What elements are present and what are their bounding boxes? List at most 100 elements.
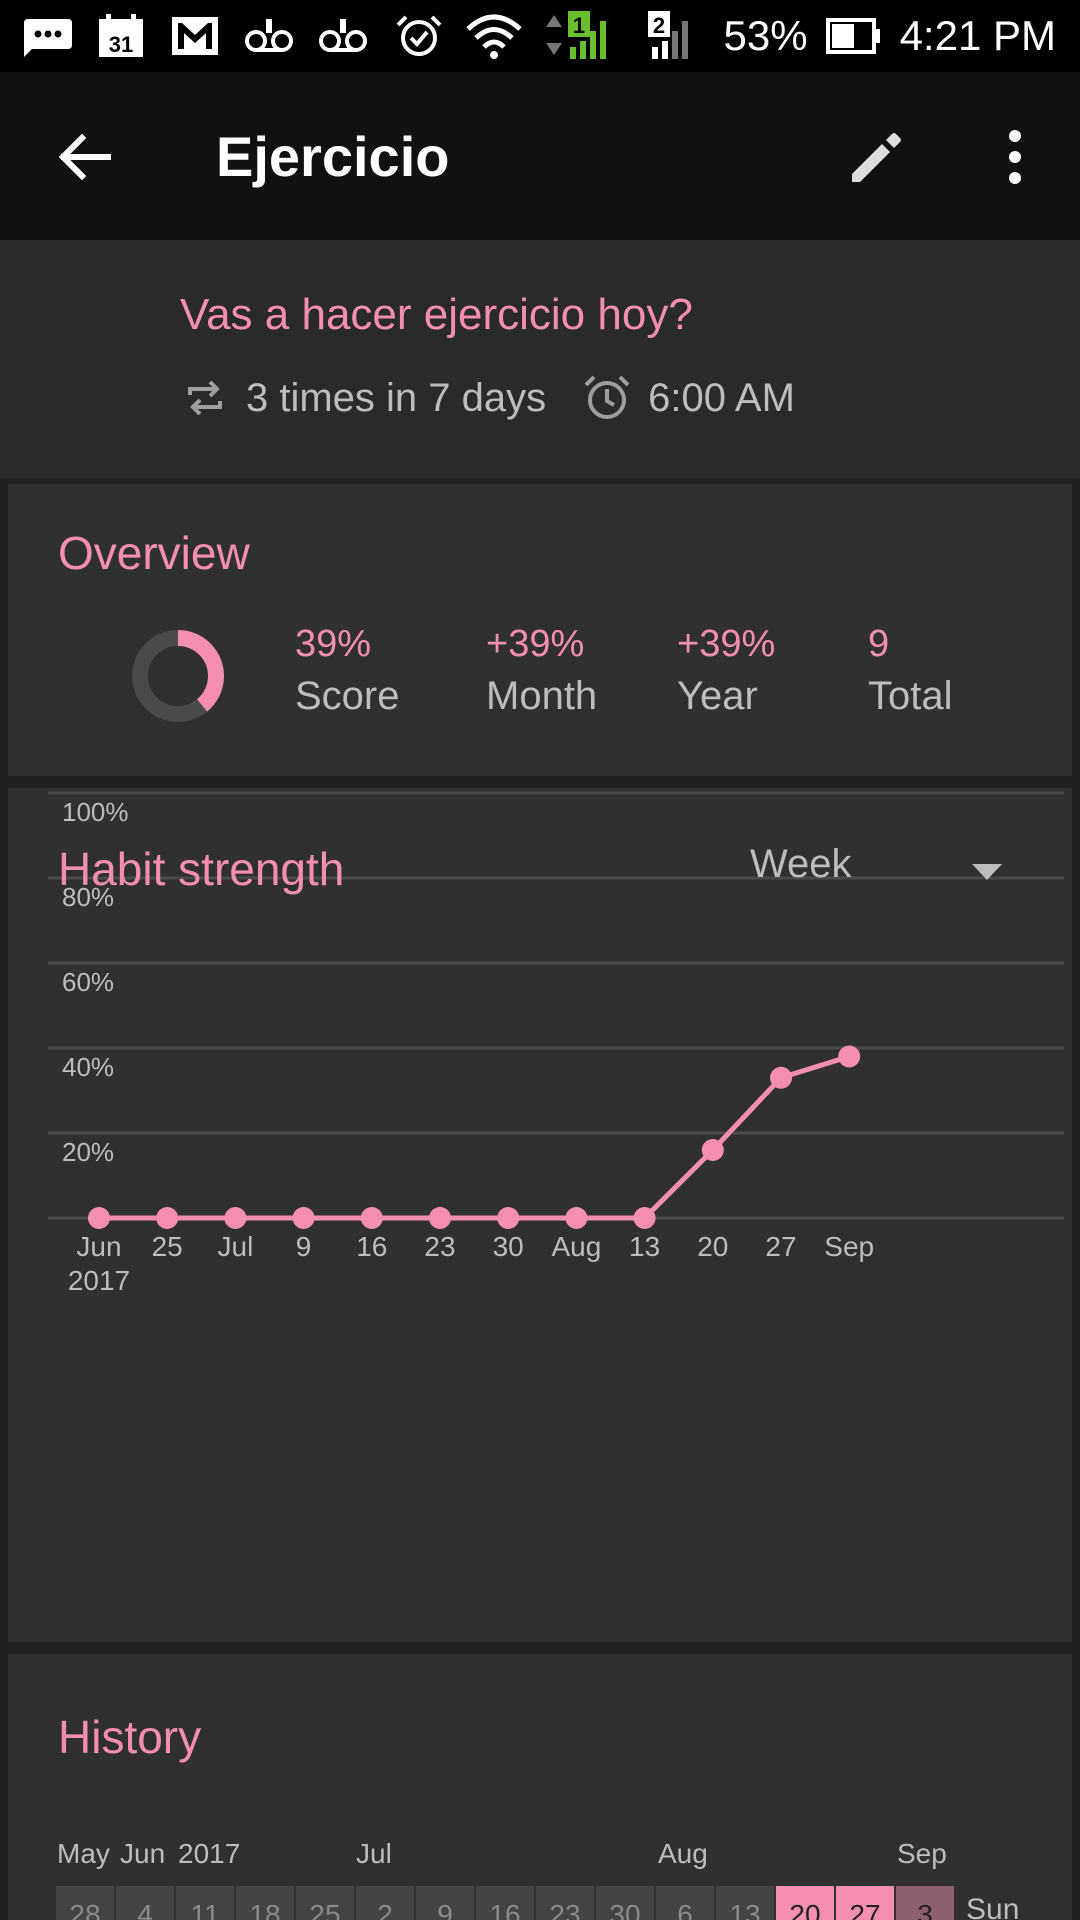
stat-total: 9 Total <box>868 622 953 726</box>
history-month: Aug <box>658 1838 708 1869</box>
history-day-cell[interactable]: 27 <box>836 1886 894 1920</box>
data-point <box>838 1045 861 1068</box>
stat-month-label: Month <box>486 674 598 718</box>
data-point <box>292 1207 315 1229</box>
history-day-cell[interactable]: 2 <box>356 1886 414 1920</box>
stat-score-label: Score <box>295 674 400 718</box>
data-point <box>429 1207 451 1229</box>
history-day-cell[interactable]: 16 <box>476 1886 534 1920</box>
battery-icon <box>825 18 880 54</box>
history-week-row: 28 4 11 18 25 2 9 16 23 30 6 13 20 27 3 <box>56 1886 954 1920</box>
data-point <box>360 1207 383 1229</box>
history-month-labels: May Jun 2017 Jul Aug Sep <box>8 1838 1072 1874</box>
history-day-cell[interactable]: 3 <box>896 1886 954 1920</box>
data-point <box>88 1207 110 1229</box>
history-month: May <box>57 1838 110 1869</box>
message-icon <box>24 19 72 57</box>
sim1-label: 1 <box>572 13 584 38</box>
history-day-cell[interactable]: 13 <box>716 1886 774 1920</box>
history-day-cell[interactable]: 11 <box>176 1886 234 1920</box>
overview-title: Overview <box>58 527 250 579</box>
history-day-cell[interactable]: 25 <box>296 1886 354 1920</box>
habit-strength-card: 20% 40% 60% 80% 100% Jun 25 Jul 9 16 23 30 Aug 13 20 27… <box>8 788 1072 1642</box>
data-point <box>156 1207 179 1229</box>
data-point <box>633 1207 656 1229</box>
status-bar: 31 1 2 53% 4:21 PM <box>0 0 1080 72</box>
x-tick-label: 23 <box>424 1231 455 1262</box>
signal-sim1-icon: 1 <box>545 11 606 59</box>
history-day-cell[interactable]: 20 <box>776 1886 834 1920</box>
habit-question: Vas a hacer ejercicio hoy? <box>180 290 693 339</box>
system-icons: 1 2 53% 4:21 PM <box>392 0 1056 72</box>
dropdown-arrow-icon[interactable] <box>970 862 1004 882</box>
y-tick-label: 60% <box>62 967 114 997</box>
stat-year-label: Year <box>677 674 758 718</box>
stat-score: 39% Score <box>295 622 400 726</box>
history-day-cell[interactable]: 4 <box>116 1886 174 1920</box>
voicemail-icon <box>319 19 367 52</box>
stat-score-value: 39% <box>295 623 372 665</box>
history-year: 2017 <box>178 1838 241 1869</box>
history-month: Sep <box>897 1838 947 1869</box>
notification-icons: 31 <box>20 10 370 62</box>
habit-meta: 3 times in 7 days 6:00 AM <box>180 368 795 428</box>
reminder-time: 6:00 AM <box>648 375 795 420</box>
weekday-label: Sun <box>966 1893 1020 1920</box>
calendar-day: 31 <box>109 32 133 57</box>
battery-percent: 53% <box>723 12 808 59</box>
y-tick-label: 20% <box>62 1137 114 1167</box>
habit-header: Vas a hacer ejercicio hoy? 3 times in 7 … <box>0 240 1080 478</box>
history-day-cell[interactable]: 30 <box>596 1886 654 1920</box>
history-card: History May Jun 2017 Jul Aug Sep 28 4 11 18… <box>8 1654 1072 1920</box>
signal-sim2-icon: 2 <box>647 11 688 59</box>
data-point <box>224 1207 247 1229</box>
x-tick-label: 27 <box>765 1231 796 1262</box>
gmail-icon <box>172 17 218 55</box>
stat-month-value: +39% <box>486 623 585 665</box>
stat-total-value: 9 <box>868 623 890 665</box>
period-dropdown[interactable]: Week <box>750 842 852 887</box>
stat-year: +39% Year <box>677 622 775 726</box>
frequency-text: 3 times in 7 days <box>246 375 547 420</box>
stat-year-value: +39% <box>677 623 776 665</box>
sim2-label: 2 <box>652 13 664 38</box>
repeat-icon <box>188 380 222 416</box>
history-title: History <box>58 1711 202 1763</box>
edit-pencil-icon[interactable] <box>844 126 906 188</box>
x-tick-label: Aug <box>551 1231 601 1262</box>
history-day-cell[interactable]: 23 <box>536 1886 594 1920</box>
app-bar: Ejercicio <box>0 72 1080 240</box>
clock: 4:21 PM <box>899 12 1056 59</box>
score-ring <box>132 630 224 722</box>
stat-month: +39% Month <box>486 622 597 726</box>
x-tick-label: 20 <box>697 1231 728 1262</box>
more-options-icon[interactable] <box>984 126 1046 188</box>
x-tick-label: 30 <box>493 1231 524 1262</box>
overview-card: Overview 39% Score +39% Month +39% Year … <box>8 484 1072 776</box>
habit-strength-title: Habit strength <box>58 843 345 895</box>
history-day-cell[interactable]: 18 <box>236 1886 294 1920</box>
x-tick-label: 16 <box>356 1231 387 1262</box>
data-point <box>770 1066 792 1089</box>
alarm-clock-icon <box>584 375 630 419</box>
history-day-cell[interactable]: 6 <box>656 1886 714 1920</box>
calendar-icon: 31 <box>99 14 143 57</box>
history-day-cell[interactable]: 9 <box>416 1886 474 1920</box>
x-tick-sublabel: 2017 <box>68 1265 130 1296</box>
x-tick-label: Jul <box>218 1231 254 1262</box>
history-day-cell[interactable]: 28 <box>56 1886 114 1920</box>
stat-total-label: Total <box>868 674 953 718</box>
voicemail-icon <box>245 19 293 52</box>
x-tick-label: Sep <box>824 1231 874 1262</box>
alarm-icon <box>396 15 441 56</box>
y-tick-label: 40% <box>62 1052 114 1082</box>
habit-strength-chart: 20%40%60%80%100%Jun 25 Jul 9 16 23 30 Aug 13 20 27… <box>48 791 1064 1296</box>
data-point <box>565 1207 588 1229</box>
wifi-icon <box>465 14 522 59</box>
x-tick-label: 9 <box>296 1231 312 1262</box>
back-arrow-icon[interactable] <box>54 126 116 188</box>
data-point <box>701 1139 724 1161</box>
history-month: Jun <box>120 1838 166 1869</box>
x-tick-label: Jun <box>76 1231 121 1262</box>
y-tick-label: 100% <box>62 797 129 827</box>
